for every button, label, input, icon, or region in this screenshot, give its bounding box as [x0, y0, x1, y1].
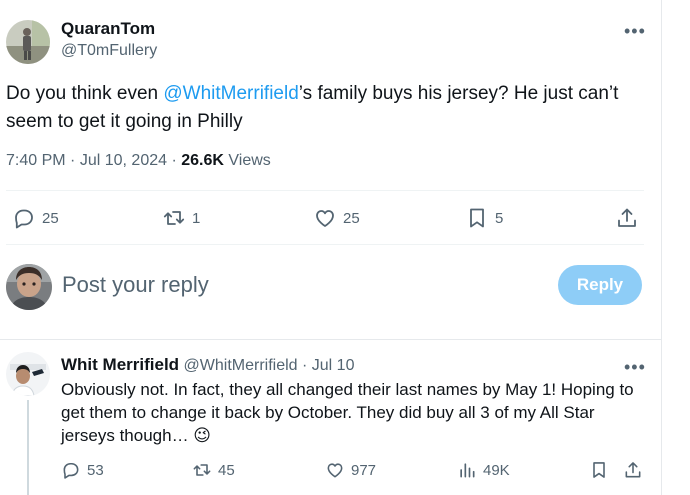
repost-icon [193, 464, 211, 476]
tweet-date[interactable]: Jul 10, 2024 [80, 152, 167, 169]
views-count: 26.6K [181, 152, 224, 169]
like-action[interactable]: 25 [313, 206, 360, 230]
like-action[interactable]: 977 [325, 460, 376, 480]
reply-action[interactable]: 25 [12, 206, 59, 230]
meta-separator: · [70, 152, 80, 169]
reply-date[interactable]: Jul 10 [312, 357, 355, 374]
author-name[interactable]: QuaranTom [61, 19, 155, 39]
meta-separator: · [171, 152, 182, 169]
divider [0, 339, 661, 340]
reply-count: 25 [42, 209, 59, 227]
more-icon[interactable]: ••• [624, 22, 646, 40]
bookmark-action[interactable] [589, 460, 609, 480]
reply-button[interactable]: Reply [558, 265, 642, 305]
reply-input[interactable]: Post your reply [62, 272, 209, 298]
share-icon [625, 462, 641, 478]
like-icon [327, 463, 343, 478]
bookmark-icon [593, 462, 605, 478]
repost-action[interactable]: 1 [162, 206, 200, 230]
tweet-meta: 7:40 PM · Jul 10, 2024 · 26.6K Views [6, 152, 271, 170]
repost-icon [163, 211, 185, 225]
author-handle[interactable]: @T0mFullery [61, 42, 157, 60]
reply-action[interactable]: 53 [61, 460, 104, 480]
more-icon[interactable]: ••• [624, 358, 646, 376]
bookmark-action[interactable]: 5 [465, 206, 503, 230]
bookmark-icon [470, 208, 484, 228]
reply-count: 53 [87, 461, 104, 479]
share-action[interactable] [615, 206, 639, 230]
column-border [661, 0, 662, 495]
reply-author-handle[interactable]: @WhitMerrifield [184, 357, 298, 374]
repost-action[interactable]: 45 [192, 460, 235, 480]
reply-text: Obviously not. In fact, they all changed… [61, 380, 634, 445]
repost-count: 45 [218, 461, 235, 479]
repost-count: 1 [192, 209, 201, 227]
mention-link[interactable]: @WhitMerrifield [163, 83, 298, 104]
thread-line [27, 400, 29, 495]
divider [6, 244, 644, 245]
reply-header: Whit Merrifield @WhitMerrifield · Jul 10 [61, 355, 354, 375]
views-count: 49K [483, 461, 510, 479]
tweet-time[interactable]: 7:40 PM [6, 152, 66, 169]
bookmark-count: 5 [495, 209, 504, 227]
views-action[interactable]: 49K [457, 460, 510, 480]
author-avatar[interactable] [6, 20, 50, 64]
header-separator: · [302, 357, 308, 374]
views-label: Views [228, 152, 271, 169]
reply-author-avatar[interactable] [6, 352, 50, 396]
reply-icon [15, 209, 33, 229]
reply-icon [63, 462, 79, 479]
divider [6, 190, 644, 191]
tweet-text-start: Do you think even [6, 83, 164, 104]
reply-author-name[interactable]: Whit Merrifield [61, 355, 179, 374]
like-count: 977 [351, 461, 377, 479]
like-icon [316, 210, 334, 227]
like-count: 25 [343, 209, 360, 227]
share-icon [618, 208, 636, 227]
current-user-avatar[interactable] [6, 264, 52, 310]
tweet-text: Do you think even @WhitMerrifield’s fami… [6, 80, 646, 136]
views-icon [460, 463, 475, 478]
share-action[interactable] [623, 460, 643, 480]
